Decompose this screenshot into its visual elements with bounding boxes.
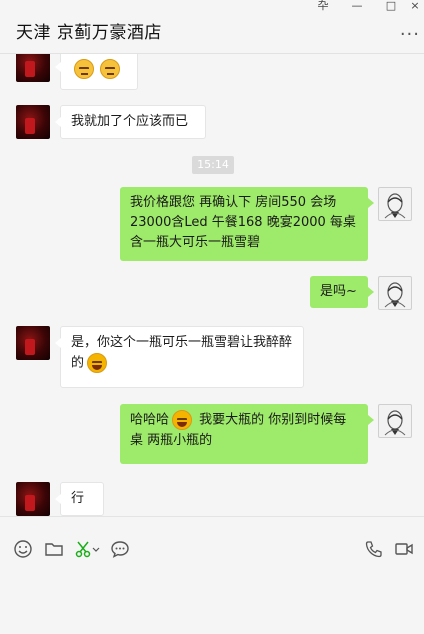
message-bubble-outgoing[interactable]: 是吗~ [310, 276, 374, 308]
contact-avatar[interactable] [16, 326, 50, 360]
self-avatar-image [384, 193, 406, 219]
video-call-icon[interactable] [394, 539, 414, 559]
chat-history[interactable]: 我就加了个应该而已 15:14 我价格跟您 再确认下 房间550 会场23000… [0, 54, 424, 516]
laughing-crying-emoji-icon [172, 410, 193, 430]
title-bar: 天津 京蓟万豪酒店 卆 — □ × ··· [0, 0, 424, 54]
phone-icon[interactable] [364, 539, 384, 559]
message-bubble-incoming[interactable]: 行 [55, 482, 104, 516]
pin-icon[interactable]: 卆 [314, 0, 332, 14]
scissors-icon[interactable] [74, 539, 94, 559]
self-avatar[interactable] [378, 276, 412, 310]
message-bubble-incoming[interactable] [55, 54, 138, 90]
message-bubble-outgoing[interactable]: 我价格跟您 再确认下 房间550 会场23000含Led 午餐168 晚宴200… [120, 187, 374, 261]
minimize-button[interactable]: — [348, 0, 366, 14]
contact-avatar[interactable] [16, 105, 50, 139]
maximize-button[interactable]: □ [382, 0, 400, 14]
message-text: 我价格跟您 再确认下 房间550 会场23000含Led 午餐168 晚宴200… [130, 195, 356, 250]
message-text: 我就加了个应该而已 [71, 114, 189, 129]
message-bubble-outgoing[interactable]: 哈哈哈 我要大瓶的 你别到时候每桌 两瓶小瓶的 [120, 404, 374, 464]
message-bubble-incoming[interactable]: 是，你这个一瓶可乐一瓶雪碧让我醉醉的 [55, 326, 304, 388]
close-button[interactable]: × [406, 0, 424, 14]
self-avatar[interactable] [378, 187, 412, 221]
message-text: 哈哈哈 [130, 412, 170, 428]
unamused-emoji-icon [100, 59, 120, 79]
more-options-icon[interactable]: ··· [400, 24, 420, 45]
timestamp-chip: 15:14 [192, 156, 234, 174]
chat-bubble-icon[interactable] [110, 539, 130, 559]
folder-icon[interactable] [44, 539, 64, 559]
emoji-icon[interactable] [13, 539, 33, 559]
laughing-crying-emoji-icon [87, 353, 108, 373]
message-text: 是吗~ [320, 284, 357, 299]
self-avatar-image [384, 282, 406, 308]
contact-avatar[interactable] [16, 54, 50, 82]
chevron-down-icon[interactable] [92, 539, 100, 559]
unamused-emoji-icon [74, 59, 94, 79]
self-avatar-image [384, 410, 406, 436]
message-bubble-incoming[interactable]: 我就加了个应该而已 [55, 105, 206, 139]
contact-avatar[interactable] [16, 482, 50, 516]
chat-title: 天津 京蓟万豪酒店 [16, 23, 162, 43]
input-toolbar [0, 516, 424, 634]
self-avatar[interactable] [378, 404, 412, 438]
message-text: 行 [71, 491, 85, 506]
